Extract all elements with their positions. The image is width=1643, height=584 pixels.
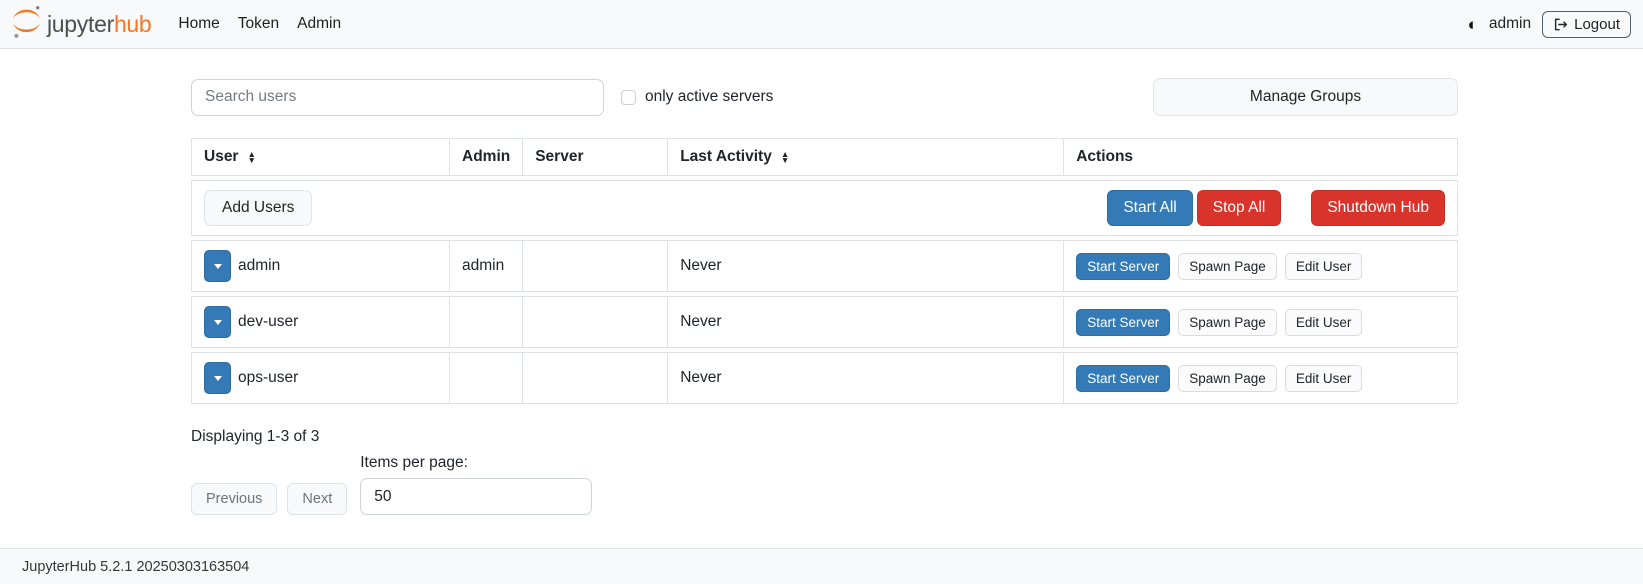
add-users-button[interactable]: Add Users — [204, 190, 312, 226]
only-active-label[interactable]: only active servers — [645, 88, 773, 106]
username: admin — [238, 257, 280, 275]
items-per-page-input[interactable] — [360, 478, 592, 515]
logout-button[interactable]: Logout — [1542, 11, 1631, 38]
next-page-button[interactable]: Next — [287, 483, 347, 515]
table-row: admin admin Never Start Server Spawn Pag… — [191, 240, 1458, 292]
row-actions: Start Server Spawn Page Edit User — [1076, 365, 1445, 392]
column-header-admin: Admin — [449, 138, 522, 176]
shutdown-hub-button[interactable]: Shutdown Hub — [1311, 190, 1445, 226]
users-table: User ▲▼ Admin Server Last Activity ▲▼ Ac… — [191, 134, 1458, 408]
last-activity-cell: Never — [667, 240, 1063, 292]
top-navbar: jupyterhub Home Token Admin ◐ admin Logo… — [0, 0, 1643, 49]
admin-panel: only active servers Manage Groups User ▲… — [191, 49, 1458, 515]
start-server-button[interactable]: Start Server — [1076, 309, 1170, 336]
items-per-page-label: Items per page: — [360, 454, 592, 472]
table-controls-row: Add Users Start All Stop All Shutdown Hu… — [191, 180, 1458, 236]
pagination-summary: Displaying 1-3 of 3 — [191, 428, 1458, 446]
edit-user-button[interactable]: Edit User — [1285, 365, 1363, 392]
edit-user-button[interactable]: Edit User — [1285, 309, 1363, 336]
server-cell — [522, 240, 667, 292]
table-header-row: User ▲▼ Admin Server Last Activity ▲▼ Ac… — [191, 138, 1458, 176]
logout-icon — [1553, 17, 1568, 32]
column-header-actions: Actions — [1063, 138, 1458, 176]
table-row: ops-user Never Start Server Spawn Page E… — [191, 352, 1458, 404]
row-expand-toggle[interactable] — [204, 362, 231, 394]
sort-icon[interactable]: ▲▼ — [781, 151, 789, 163]
nav-link-admin[interactable]: Admin — [288, 15, 350, 33]
brand-wordmark: jupyterhub — [47, 11, 151, 38]
spawn-page-button[interactable]: Spawn Page — [1178, 365, 1277, 392]
caret-down-icon — [214, 376, 222, 381]
username: ops-user — [238, 369, 298, 387]
caret-down-icon — [214, 264, 222, 269]
items-per-page: Items per page: — [360, 454, 592, 515]
only-active-checkbox[interactable] — [621, 90, 636, 105]
edit-user-button[interactable]: Edit User — [1285, 253, 1363, 280]
spawn-page-button[interactable]: Spawn Page — [1178, 309, 1277, 336]
user-header-label: User — [204, 148, 238, 166]
logout-label: Logout — [1574, 16, 1620, 33]
users-toolbar: only active servers Manage Groups — [191, 78, 1458, 116]
manage-groups-button[interactable]: Manage Groups — [1153, 78, 1458, 116]
column-header-user[interactable]: User ▲▼ — [191, 138, 449, 176]
row-actions: Start Server Spawn Page Edit User — [1076, 253, 1445, 280]
column-header-last-activity[interactable]: Last Activity ▲▼ — [667, 138, 1063, 176]
version-text: JupyterHub 5.2.1 20250303163504 — [22, 559, 249, 575]
search-input[interactable] — [191, 79, 604, 116]
server-cell — [522, 296, 667, 348]
jupyterhub-logo[interactable]: jupyterhub — [10, 4, 151, 45]
admin-cell — [449, 352, 522, 404]
previous-page-button[interactable]: Previous — [191, 483, 277, 515]
theme-toggle-icon[interactable]: ◐ — [1468, 16, 1478, 33]
admin-cell: admin — [449, 240, 522, 292]
last-activity-cell: Never — [667, 352, 1063, 404]
server-cell — [522, 352, 667, 404]
active-servers-filter: only active servers — [621, 88, 773, 106]
start-all-button[interactable]: Start All — [1107, 190, 1192, 226]
caret-down-icon — [214, 320, 222, 325]
jupyter-logo-icon — [10, 4, 43, 45]
column-header-server: Server — [522, 138, 667, 176]
row-expand-toggle[interactable] — [204, 250, 231, 282]
spawn-page-button[interactable]: Spawn Page — [1178, 253, 1277, 280]
main-nav: Home Token Admin — [169, 15, 350, 33]
row-actions: Start Server Spawn Page Edit User — [1076, 309, 1445, 336]
bulk-actions: Start All Stop All Shutdown Hub — [1107, 190, 1445, 226]
start-server-button[interactable]: Start Server — [1076, 253, 1170, 280]
table-row: dev-user Never Start Server Spawn Page E… — [191, 296, 1458, 348]
page-footer: JupyterHub 5.2.1 20250303163504 — [0, 548, 1643, 584]
start-server-button[interactable]: Start Server — [1076, 365, 1170, 392]
stop-all-button[interactable]: Stop All — [1197, 190, 1282, 226]
sort-icon[interactable]: ▲▼ — [247, 151, 255, 163]
pagination-controls: Previous Next Items per page: — [191, 454, 1458, 515]
last-activity-cell: Never — [667, 296, 1063, 348]
nav-link-token[interactable]: Token — [229, 15, 288, 33]
nav-link-home[interactable]: Home — [169, 15, 228, 33]
current-user-label: admin — [1489, 15, 1531, 33]
username: dev-user — [238, 313, 298, 331]
admin-cell — [449, 296, 522, 348]
navbar-right: ◐ admin Logout — [1468, 11, 1631, 38]
row-expand-toggle[interactable] — [204, 306, 231, 338]
last-activity-header-label: Last Activity — [680, 148, 772, 166]
